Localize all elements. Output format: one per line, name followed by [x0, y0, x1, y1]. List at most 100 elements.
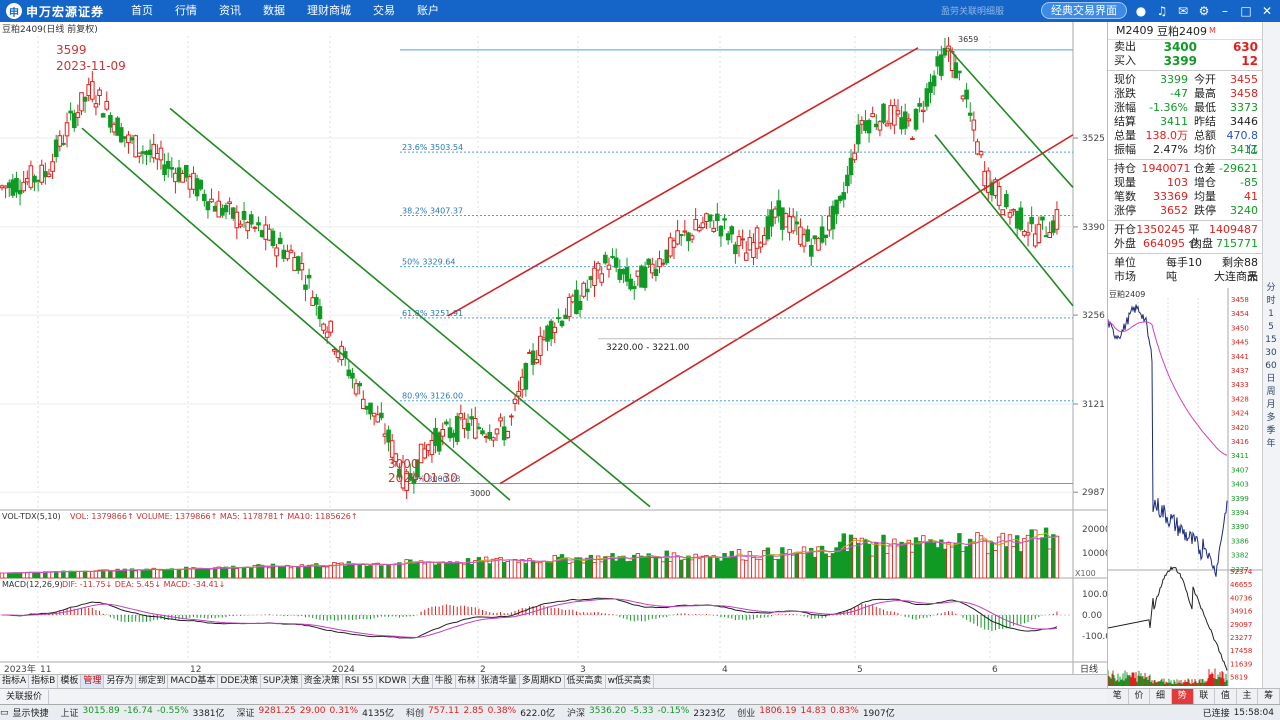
maximize-icon[interactable]: □ [1239, 4, 1253, 18]
volume-bar [823, 553, 828, 579]
quote-tab-3[interactable]: 势 [1171, 689, 1194, 704]
indicator-tab-3[interactable]: 管理 [81, 675, 105, 688]
quote-tab-6[interactable]: 主 [1237, 689, 1259, 704]
theme-icon[interactable]: ● [1134, 4, 1148, 18]
period-button-11[interactable]: 季 [1263, 425, 1279, 438]
index-2-name[interactable]: 科创 [406, 706, 424, 719]
candle-body [812, 235, 818, 240]
menu-item-0[interactable]: 首页 [120, 0, 164, 22]
period-button-5[interactable]: 30 [1263, 347, 1279, 360]
menu-item-1[interactable]: 行情 [164, 0, 208, 22]
volume-bar [733, 556, 738, 579]
indicator-tab-18[interactable]: w低买高卖 [606, 675, 654, 688]
candle-body [454, 416, 460, 442]
menu-item-4[interactable]: 理财商城 [296, 0, 362, 22]
indicator-tab-5[interactable]: 绑定到 [136, 675, 169, 688]
period-button-0[interactable]: 分 [1263, 282, 1279, 295]
quote-tab-2[interactable]: 细 [1150, 689, 1172, 704]
period-button-4[interactable]: 15 [1263, 334, 1279, 347]
volume-bar [1051, 534, 1056, 579]
indicator-tab-7[interactable]: DDE决策 [218, 675, 261, 688]
volume-bar [321, 566, 326, 579]
volume-bar [996, 536, 1002, 579]
indicator-tab-8[interactable]: SUP决策 [261, 675, 302, 688]
intraday-mini-chart[interactable]: 豆粕2409 3458 3454 3450 3445 3441 3437 3433 3428 34… [1107, 288, 1263, 686]
candle-body [1018, 207, 1024, 230]
period-button-8[interactable]: 周 [1263, 386, 1279, 399]
candle-body [147, 149, 153, 156]
period-button-2[interactable]: 1 [1263, 308, 1279, 321]
candle-body [35, 179, 41, 182]
mail-icon[interactable]: ✉ [1176, 4, 1190, 18]
mini-tick-18: 3382 [1231, 552, 1249, 560]
candle-body [332, 349, 337, 352]
indicator-tab-0[interactable]: 指标A [0, 675, 30, 688]
indicator-tab-17[interactable]: 低买高卖 [565, 675, 606, 688]
candle-body [491, 437, 496, 441]
quote-tab-0[interactable]: 笔 [1107, 689, 1129, 704]
kline-svg[interactable]: 豆粕2409(日线 前复权) 2023年 11 12 2024 2 3 4 5 6 3525 3390… [0, 22, 1107, 674]
volume-bar [581, 562, 586, 579]
rows2-cell-2-2: 均量 [1194, 190, 1216, 203]
volume-bar [382, 563, 388, 579]
quote-tab-1[interactable]: 价 [1129, 689, 1151, 704]
candle-body [21, 181, 26, 192]
period-button-10[interactable]: 多 [1263, 412, 1279, 425]
indicator-tab-9[interactable]: 资金决策 [302, 675, 343, 688]
mini-vol-tick-4: 29097 [1230, 621, 1252, 629]
indicator-tab-11[interactable]: KDWR [377, 675, 410, 688]
candle-body [910, 137, 915, 140]
indicator-tab-6[interactable]: MACD基本 [168, 675, 219, 688]
indicator-tab-15[interactable]: 张清华量 [479, 675, 520, 688]
status-icon[interactable]: ▭ [0, 708, 9, 718]
indicator-tab-13[interactable]: 牛股 [433, 675, 456, 688]
indicator-tab-14[interactable]: 布林 [456, 675, 479, 688]
kline-chart-area[interactable]: 豆粕2409(日线 前复权) 2023年 11 12 2024 2 3 4 5 6 3525 3390… [0, 22, 1107, 688]
mini-vol-tick-7: 11639 [1230, 660, 1252, 668]
quote-tab-4[interactable]: 联 [1194, 689, 1216, 704]
menu-item-2[interactable]: 资讯 [208, 0, 252, 22]
volume-bar [639, 555, 644, 579]
minimize-icon[interactable]: – [1218, 4, 1232, 18]
rows-cell-0-3: 3455 [1230, 73, 1258, 86]
quote-tab-5[interactable]: 值 [1215, 689, 1237, 704]
volume-bar [523, 563, 529, 579]
indicator-tab-10[interactable]: RSI 55 [343, 675, 377, 688]
candle-body [642, 266, 648, 288]
candle-body [90, 81, 95, 100]
vol-values: VOL: 1379866↑ VOLUME: 1379866↑ MA5: 1178… [70, 512, 358, 521]
period-button-1[interactable]: 时 [1263, 295, 1279, 308]
link-quote-button[interactable]: 关联报价 [0, 690, 50, 705]
period-button-9[interactable]: 月 [1263, 399, 1279, 412]
period-button-3[interactable]: 5 [1263, 321, 1279, 334]
bid-ask: 卖出 3400 630 买入 3399 12 [1108, 40, 1262, 68]
period-button-7[interactable]: 日 [1263, 373, 1279, 386]
menu-item-6[interactable]: 账户 [406, 0, 450, 22]
menu-item-5[interactable]: 交易 [362, 0, 406, 22]
intraday-svg[interactable]: 豆粕2409 3458 3454 3450 3445 3441 3437 3433 3428 34… [1107, 288, 1263, 686]
indicator-tab-2[interactable]: 模板 [58, 675, 82, 688]
candle-body [68, 110, 73, 114]
index-0-name[interactable]: 上证 [61, 706, 79, 719]
settings-icon[interactable]: ⚙ [1197, 4, 1211, 18]
index-4-name[interactable]: 创业 [737, 706, 755, 719]
headset-icon[interactable]: ♫ [1155, 4, 1169, 18]
classic-trade-button[interactable]: 经典交易界面 [1041, 2, 1127, 19]
volume-bar [21, 572, 26, 579]
index-1-name[interactable]: 深证 [237, 706, 255, 719]
quote-tab-7[interactable]: 筹 [1258, 689, 1280, 704]
candle-body [545, 325, 550, 342]
indicator-tab-16[interactable]: 多周期KD [520, 675, 565, 688]
period-button-6[interactable]: 60 [1263, 360, 1279, 373]
indicator-tab-12[interactable]: 大盘 [410, 675, 433, 688]
close-icon[interactable]: ✕ [1260, 4, 1274, 18]
period-button-12[interactable]: 年 [1263, 438, 1279, 451]
shortcut-label[interactable]: 显示快捷 [13, 706, 49, 719]
candle-body [274, 247, 279, 257]
period-label[interactable]: 日线 [1080, 663, 1098, 674]
rows2-row-3: 涨停 3652 跌停 3240 [1108, 204, 1262, 218]
index-3-name[interactable]: 沪深 [567, 706, 585, 719]
indicator-tab-1[interactable]: 指标B [29, 675, 59, 688]
indicator-tab-4[interactable]: 另存为 [104, 675, 137, 688]
menu-item-3[interactable]: 数据 [252, 0, 296, 22]
